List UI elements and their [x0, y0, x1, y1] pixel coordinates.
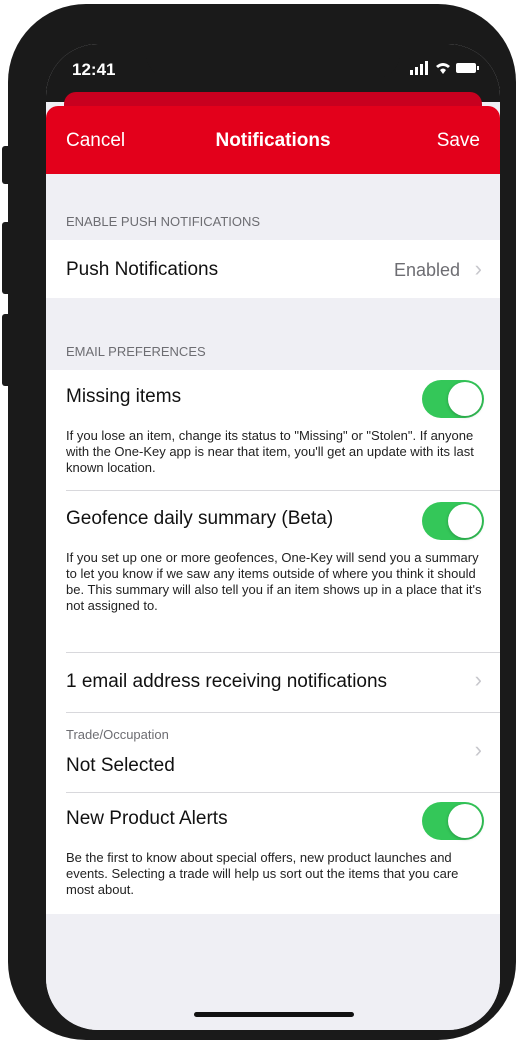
trade-occupation-row[interactable]: Trade/Occupation Not Selected ›	[46, 713, 500, 793]
divider	[66, 490, 500, 491]
push-notifications-row[interactable]: Push Notifications Enabled ›	[46, 240, 500, 298]
status-time: 12:41	[72, 60, 116, 79]
email-preferences-group: Missing items If you lose an item, chang…	[46, 370, 500, 914]
missing-items-label: Missing items	[66, 386, 182, 407]
geofence-summary-description: If you set up one or more geofences, One…	[66, 550, 482, 613]
push-section-header: ENABLE PUSH NOTIFICATIONS	[66, 214, 261, 229]
toggle-knob	[448, 504, 482, 538]
toggle-knob	[448, 382, 482, 416]
geofence-summary-toggle[interactable]	[422, 502, 484, 540]
toggle-knob	[448, 804, 482, 838]
chevron-right-icon: ›	[474, 667, 482, 692]
chevron-right-icon: ›	[474, 737, 482, 762]
notch	[146, 44, 400, 78]
push-notifications-label: Push Notifications	[66, 259, 219, 280]
geofence-summary-label: Geofence daily summary (Beta)	[66, 508, 334, 529]
missing-items-toggle[interactable]	[422, 380, 484, 418]
email-addresses-label: 1 email address receiving notifications	[66, 671, 388, 692]
push-notifications-value: Enabled	[393, 260, 460, 280]
email-section-header: EMAIL PREFERENCES	[66, 344, 206, 359]
trade-occupation-value: Not Selected	[66, 755, 175, 776]
signal-wifi-battery-icon	[410, 60, 480, 79]
email-addresses-row[interactable]: 1 email address receiving notifications …	[46, 653, 500, 711]
phone-screen: 12:41 Notifications Cancel Save ENABLE P…	[46, 44, 500, 1030]
save-button[interactable]: Save	[437, 130, 480, 152]
phone-frame: 12:41 Notifications Cancel Save ENABLE P…	[8, 4, 516, 1040]
new-product-alerts-label: New Product Alerts	[66, 808, 228, 829]
trade-occupation-label: Trade/Occupation	[66, 727, 169, 742]
settings-list: ENABLE PUSH NOTIFICATIONS Push Notificat…	[46, 174, 500, 1030]
divider	[66, 792, 500, 793]
missing-items-description: If you lose an item, change its status t…	[66, 428, 474, 475]
navigation-bar: Notifications Cancel Save	[46, 106, 500, 174]
new-product-alerts-toggle[interactable]	[422, 802, 484, 840]
chevron-right-icon: ›	[474, 256, 482, 281]
home-indicator[interactable]	[194, 1012, 354, 1017]
new-product-alerts-description: Be the first to know about special offer…	[66, 850, 459, 897]
cancel-button[interactable]: Cancel	[66, 130, 125, 152]
